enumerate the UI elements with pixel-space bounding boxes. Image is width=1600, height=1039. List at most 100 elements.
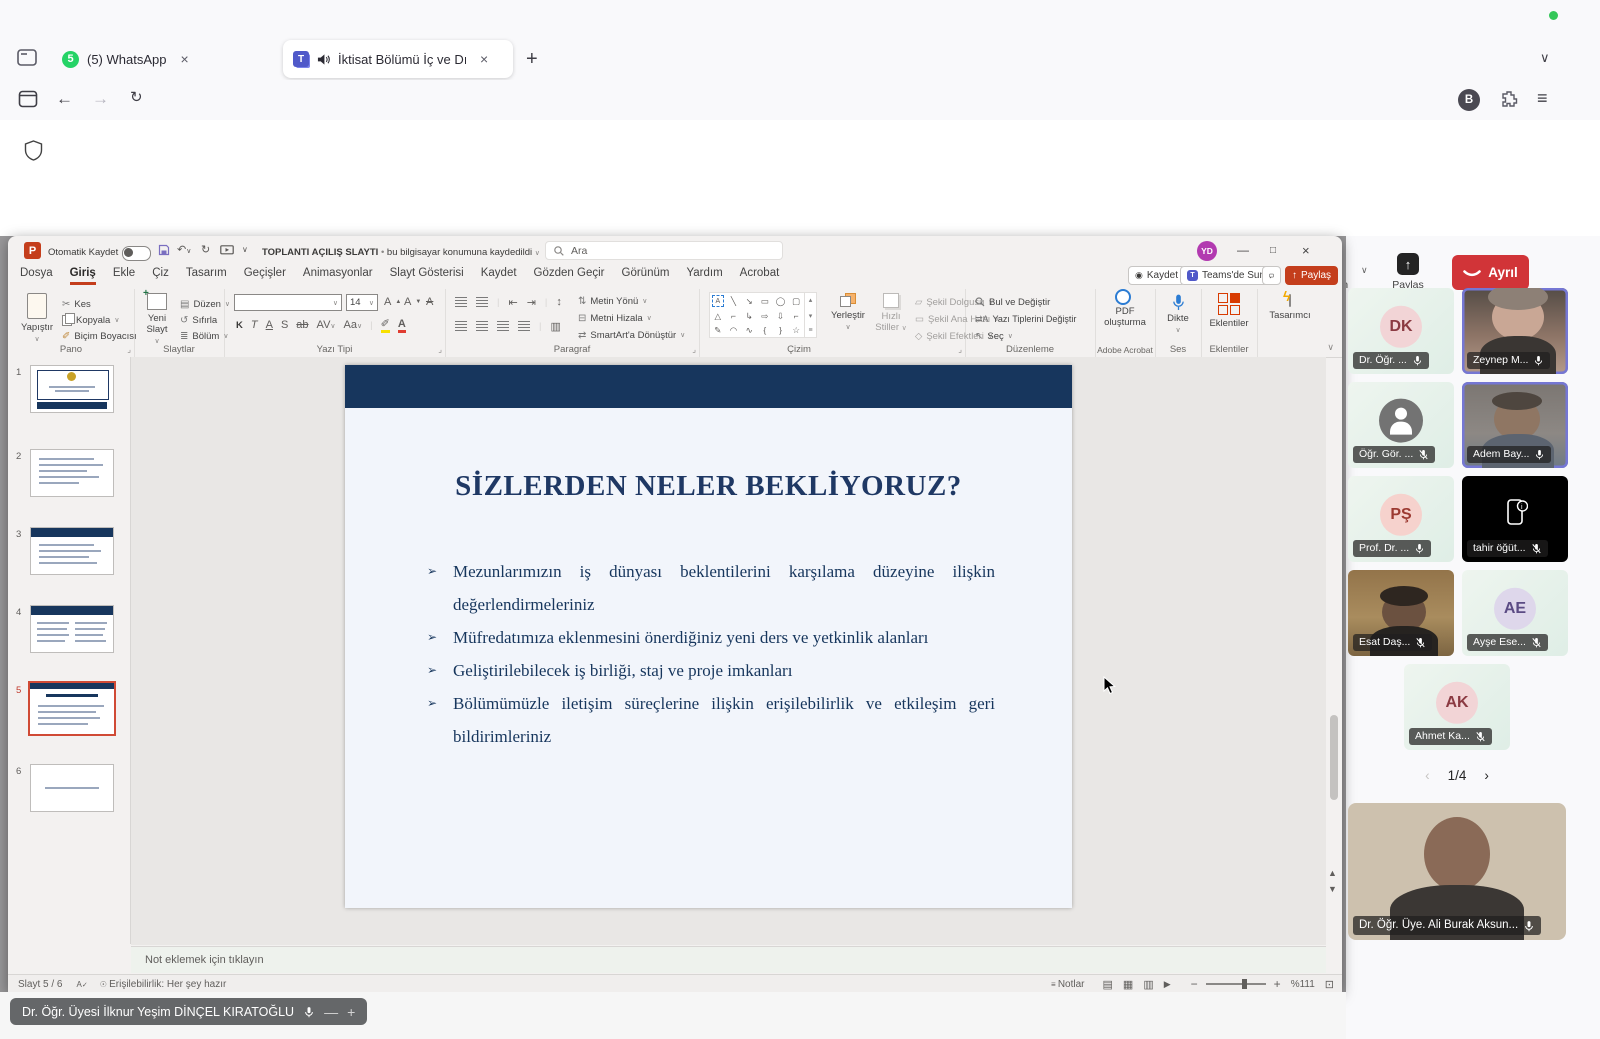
- normal-view-icon[interactable]: ▤: [1103, 978, 1113, 991]
- align-left-icon[interactable]: [455, 321, 467, 331]
- reset-button[interactable]: ↺Sıfırla: [180, 313, 217, 327]
- font-color-button[interactable]: A: [398, 318, 406, 333]
- minimize-icon[interactable]: —: [1237, 243, 1249, 257]
- office-account-avatar[interactable]: YD: [1197, 241, 1217, 261]
- dialog-launcher-icon[interactable]: ⌟: [127, 345, 131, 354]
- extensions-icon[interactable]: [1500, 90, 1518, 108]
- dialog-launcher-icon[interactable]: ⌟: [692, 345, 696, 354]
- current-slide[interactable]: SİZLERDEN NELER BEKLİYORUZ? Mezunlarımız…: [345, 365, 1072, 908]
- redo-icon[interactable]: ↻: [201, 243, 210, 256]
- shadow-button[interactable]: S: [281, 319, 288, 331]
- firefox-view-icon[interactable]: [18, 90, 38, 108]
- participant-tile[interactable]: Zeynep M...: [1462, 288, 1568, 374]
- slide-number-status[interactable]: Slayt 5 / 6: [18, 979, 62, 990]
- shape-icon[interactable]: △: [710, 309, 726, 323]
- quick-styles-button[interactable]: Hızlı Stiller ∨: [871, 293, 911, 334]
- dialog-launcher-icon[interactable]: ⌟: [438, 345, 442, 354]
- shape-icon[interactable]: }: [773, 323, 789, 337]
- reload-button[interactable]: ↻: [130, 90, 143, 105]
- dictate-button[interactable]: Dikte∨: [1158, 293, 1198, 336]
- mic-options-chevron-icon[interactable]: ∨: [1361, 265, 1368, 276]
- comments-button[interactable]: [1262, 266, 1281, 285]
- new-tab-button[interactable]: +: [526, 49, 538, 69]
- menu-dosya[interactable]: Dosya: [20, 267, 53, 285]
- shape-icon[interactable]: ↳: [741, 309, 757, 323]
- participant-tile[interactable]: DK Dr. Öğr. ...: [1348, 288, 1454, 374]
- tab-teams-meeting[interactable]: T İktisat Bölümü İç ve Dış Pay ×: [283, 40, 513, 78]
- underline-button[interactable]: A: [266, 319, 273, 331]
- pagination-next-icon[interactable]: ›: [1484, 768, 1489, 783]
- shapes-gallery-scroll[interactable]: ▴▾≡: [805, 292, 817, 338]
- pagination-prev-icon[interactable]: ‹: [1425, 768, 1430, 783]
- undo-icon[interactable]: ↶∨: [177, 243, 191, 256]
- menu-animasyonlar[interactable]: Animasyonlar: [303, 267, 373, 285]
- bullet-list-icon[interactable]: [455, 297, 467, 307]
- paste-button[interactable]: Yapıştır∨: [16, 293, 58, 345]
- shape-icon[interactable]: {: [757, 323, 773, 337]
- font-name-combo[interactable]: ∨: [234, 294, 342, 311]
- slide-thumbnail-6[interactable]: [30, 764, 114, 812]
- shape-icon[interactable]: ⇨: [757, 309, 773, 323]
- window-close-icon[interactable]: ×: [1302, 243, 1310, 258]
- menu-kaydet[interactable]: Kaydet: [481, 267, 517, 285]
- decrease-indent-icon[interactable]: ⇤: [508, 296, 517, 309]
- menu-gecisler[interactable]: Geçişler: [244, 267, 286, 285]
- banner-expand-icon[interactable]: +: [347, 1004, 355, 1020]
- participant-tile[interactable]: Öğr. Gör. ...: [1348, 382, 1454, 468]
- line-spacing-icon[interactable]: ↕: [556, 296, 562, 308]
- participant-tile[interactable]: Adem Bay...: [1462, 382, 1568, 468]
- shape-icon[interactable]: ╲: [726, 293, 742, 309]
- save-icon[interactable]: [158, 244, 170, 256]
- menu-ekle[interactable]: Ekle: [113, 267, 135, 285]
- highlight-color-button[interactable]: ✐: [381, 317, 390, 333]
- select-button[interactable]: ↖Seç ∨: [975, 329, 1013, 343]
- clear-formatting-icon[interactable]: A: [426, 295, 433, 309]
- shape-icon[interactable]: ↘: [741, 293, 757, 309]
- participant-tile[interactable]: AK Ahmet Ka...: [1404, 664, 1510, 750]
- slide-sorter-view-icon[interactable]: ▦: [1123, 978, 1133, 991]
- fit-to-window-icon[interactable]: ⊡: [1325, 978, 1334, 991]
- designer-button[interactable]: Tasarımcı: [1265, 295, 1315, 321]
- slide-thumbnail-1[interactable]: [30, 365, 114, 413]
- replace-fonts-button[interactable]: ⇄AYazı Tiplerini Değiştir: [975, 312, 1076, 326]
- quick-access-chevron-icon[interactable]: ∨: [242, 245, 248, 254]
- align-right-icon[interactable]: [497, 321, 509, 331]
- bold-button[interactable]: K: [236, 320, 243, 331]
- shrink-font-icon[interactable]: A▼: [404, 295, 421, 309]
- record-button[interactable]: ◉Kaydet: [1128, 266, 1185, 285]
- accessibility-status[interactable]: ☉ Erişilebilirlik: Her şey hazır: [100, 979, 227, 990]
- menu-gorunum[interactable]: Görünüm: [622, 267, 670, 285]
- profile-avatar[interactable]: B: [1458, 89, 1480, 111]
- zoom-percentage[interactable]: %111: [1291, 979, 1315, 990]
- menu-tasarim[interactable]: Tasarım: [186, 267, 227, 285]
- spotlight-video-tile[interactable]: Dr. Öğr. Üye. Ali Burak Aksun...: [1348, 803, 1566, 940]
- search-box[interactable]: Ara: [545, 241, 783, 260]
- smartart-button[interactable]: ⇄SmartArt'a Dönüştür ∨: [578, 328, 685, 342]
- sidebar-toggle-icon[interactable]: [16, 48, 38, 68]
- slide-bullet-list[interactable]: Mezunlarımızın iş dünyası beklentilerini…: [427, 555, 995, 753]
- numbered-list-icon[interactable]: [476, 297, 488, 307]
- shapes-gallery[interactable]: A╲↘▭◯▢ △⌐↳⇨⇩⌐ ✎◠∿{}☆: [709, 292, 805, 338]
- menu-giris[interactable]: Giriş: [70, 267, 96, 285]
- participant-tile[interactable]: PŞ Prof. Dr. ...: [1348, 476, 1454, 562]
- participant-tile[interactable]: i tahir öğüt...: [1462, 476, 1568, 562]
- present-in-teams-button[interactable]: TTeams'de Sun: [1180, 266, 1272, 285]
- dialog-launcher-icon[interactable]: ⌟: [958, 345, 962, 354]
- shape-icon[interactable]: ⌐: [726, 309, 742, 323]
- menu-gozden-gecir[interactable]: Gözden Geçir: [534, 267, 605, 285]
- reading-view-icon[interactable]: ▥: [1143, 978, 1153, 991]
- notes-toggle-button[interactable]: ≡ Notlar: [1051, 979, 1085, 990]
- zoom-slider[interactable]: [1206, 983, 1266, 985]
- next-slide-icon[interactable]: ▼: [1328, 884, 1337, 894]
- close-tab-icon[interactable]: ×: [480, 51, 488, 67]
- forward-button[interactable]: →: [92, 90, 109, 107]
- tab-audio-icon[interactable]: [317, 53, 330, 66]
- back-button[interactable]: ←: [56, 90, 73, 107]
- notes-bar[interactable]: Not eklemek için tıklayın: [131, 946, 1326, 973]
- grow-font-icon[interactable]: A▲: [384, 295, 401, 309]
- ppt-share-button[interactable]: ↑Paylaş: [1285, 266, 1338, 285]
- spellcheck-icon[interactable]: A✓: [76, 980, 87, 989]
- slideshow-icon[interactable]: [220, 245, 234, 256]
- arrange-button[interactable]: Yerleştir∨: [825, 293, 871, 333]
- tab-whatsapp[interactable]: 5 (5) WhatsApp ×: [52, 42, 272, 76]
